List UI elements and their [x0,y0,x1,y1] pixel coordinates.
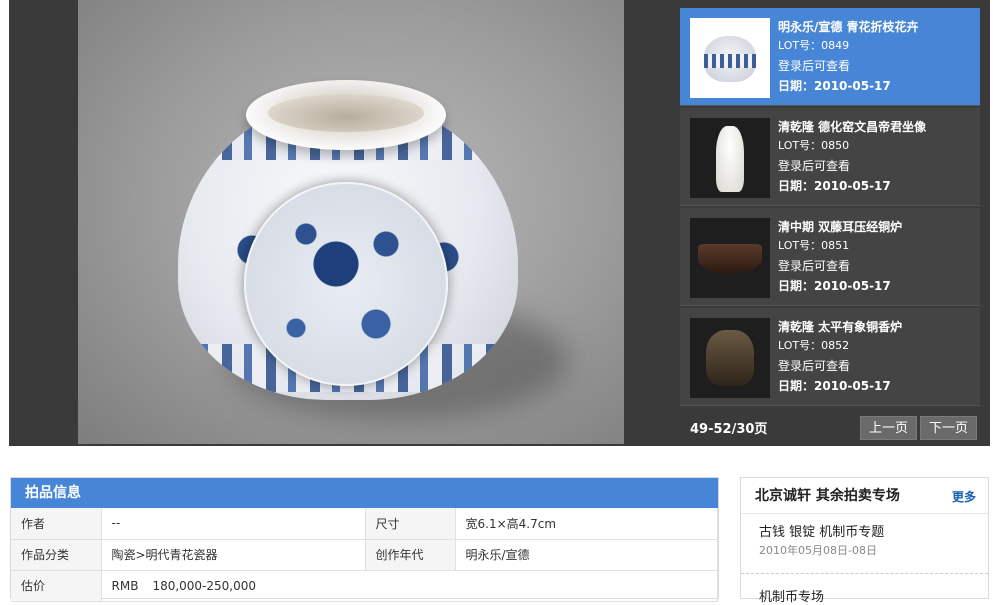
session-name[interactable]: 古钱 银锭 机制币专题 [759,524,988,542]
lot-number: LOT号：0852 [778,339,850,352]
session-item[interactable]: 机制币专场 [741,574,988,605]
sessions-header: 北京诚轩 其余拍卖专场 更多 [741,478,988,514]
lot-title[interactable]: 清中期 双藤耳压经铜炉 [778,218,976,236]
table-row: 估价 RMB 180,000-250,000 [11,570,718,602]
bronze-censer-thumb [698,244,762,274]
author-value: -- [101,508,366,540]
lot-date: 日期：2010-05-17 [778,379,891,393]
lot-title[interactable]: 清乾隆 太平有象铜香炉 [778,318,976,336]
table-row: 作品分类 陶瓷>明代青花瓷器 创作年代 明永乐/宣德 [11,539,718,571]
prev-page-button[interactable]: 上一页 [860,416,918,440]
lot-item-0851[interactable]: 清中期 双藤耳压经铜炉 LOT号：0851 登录后可查看 日期：2010-05-… [680,208,980,306]
estimate-range: 180,000-250,000 [152,578,257,593]
estimate-label: 估价 [11,570,102,602]
more-sessions-link[interactable]: 更多 [952,488,976,505]
session-item[interactable]: 古钱 银锭 机制币专题 2010年05月08日-08日 [741,514,988,574]
lot-thumbnail[interactable] [690,318,770,398]
author-label: 作者 [11,508,102,540]
main-lot-image[interactable] [78,0,624,444]
lot-login-hint: 登录后可查看 [778,259,851,273]
lot-list: 明永乐/宣德 青花折枝花卉 LOT号：0849 登录后可查看 日期：2010-0… [680,8,980,406]
lot-title[interactable]: 明永乐/宣德 青花折枝花卉 [778,18,976,36]
lot-pager: 49-52/30页 上一页 下一页 [680,406,980,446]
seated-figure-thumb [716,126,744,192]
size-value: 宽6.1×高4.7cm [455,508,718,540]
lot-login-hint: 登录后可查看 [778,359,851,373]
blue-white-jar-thumb [704,36,756,82]
zoom-magnifier-lens[interactable] [244,182,448,386]
lot-date: 日期：2010-05-17 [778,279,891,293]
jar-mouth [246,80,446,150]
lot-item-0850[interactable]: 清乾隆 德化窑文昌帝君坐像 LOT号：0850 登录后可查看 日期：2010-0… [680,108,980,206]
lot-info-table: 作者 -- 尺寸 宽6.1×高4.7cm 作品分类 陶瓷>明代青花瓷器 创作年代… [11,508,718,602]
bronze-incense-burner-thumb [706,330,754,386]
jar-mouth-inner [268,94,424,132]
next-page-button[interactable]: 下一页 [920,416,978,440]
lot-number: LOT号：0851 [778,239,850,252]
category-label: 作品分类 [11,539,102,571]
page-info: 49-52/30页 [690,422,768,437]
lot-item-0852[interactable]: 清乾隆 太平有象铜香炉 LOT号：0852 登录后可查看 日期：2010-05-… [680,308,980,406]
lot-item-0849[interactable]: 明永乐/宣德 青花折枝花卉 LOT号：0849 登录后可查看 日期：2010-0… [680,8,980,106]
lot-number: LOT号：0850 [778,139,850,152]
lot-thumbnail[interactable] [690,118,770,198]
lot-title[interactable]: 清乾隆 德化窑文昌帝君坐像 [778,118,976,136]
lot-date: 日期：2010-05-17 [778,179,891,193]
lot-login-hint: 登录后可查看 [778,59,851,73]
lot-thumbnail[interactable] [690,18,770,98]
other-sessions-panel: 北京诚轩 其余拍卖专场 更多 古钱 银锭 机制币专题 2010年05月08日-0… [740,477,989,605]
lot-date: 日期：2010-05-17 [778,79,891,93]
session-date: 2010年05月08日-08日 [759,544,877,557]
estimate-value: RMB 180,000-250,000 [101,570,718,602]
category-value: 陶瓷>明代青花瓷器 [101,539,366,571]
lot-number: LOT号：0849 [778,39,850,52]
estimate-currency: RMB [111,578,139,593]
table-row: 作者 -- 尺寸 宽6.1×高4.7cm [11,508,718,540]
sessions-title: 北京诚轩 其余拍卖专场 [755,488,900,504]
lot-info-panel: 拍品信息 作者 -- 尺寸 宽6.1×高4.7cm 作品分类 陶瓷>明代青花瓷器… [10,477,719,602]
lot-login-hint: 登录后可查看 [778,159,851,173]
lot-thumbnail[interactable] [690,218,770,298]
period-value: 明永乐/宣德 [455,539,718,571]
lot-info-header: 拍品信息 [11,478,718,508]
period-label: 创作年代 [365,539,456,571]
size-label: 尺寸 [365,508,456,540]
